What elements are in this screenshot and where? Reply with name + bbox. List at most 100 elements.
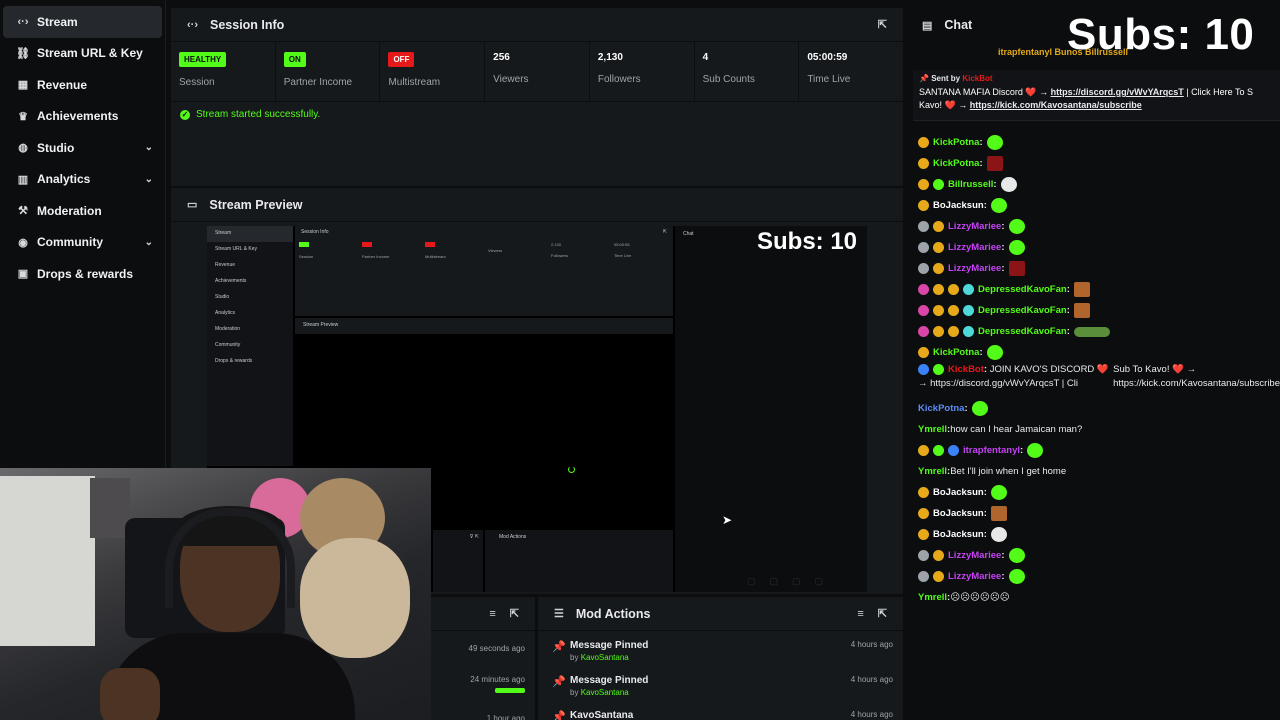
chat-badge-icon [918, 347, 929, 358]
chat-badge-icon [933, 326, 944, 337]
mini-stat: Viewers [484, 238, 547, 274]
sidebar-item-stream-url-key[interactable]: ⛓ Stream URL & Key [0, 38, 165, 70]
chat-username[interactable]: LizzyMariee [948, 571, 1001, 582]
chat-badge-icon [933, 221, 944, 232]
mini-preview-head: Stream Preview [295, 318, 673, 334]
pinned-line-2: Kavo! ❤️ → https://kick.com/Kavosantana/… [919, 100, 1274, 111]
chevron-down-icon[interactable]: ⌄ [145, 237, 153, 248]
chat-colon: : [979, 137, 983, 148]
stat-partner-income: ON Partner Income [276, 42, 381, 101]
chat-username[interactable]: BoJacksun [933, 529, 984, 540]
sidebar-item-revenue[interactable]: ▦ Revenue [0, 69, 165, 101]
chat-username[interactable]: KickBot [948, 364, 984, 375]
sidebar-item-stream[interactable]: ‹·› Stream [3, 6, 162, 38]
chat-username[interactable]: Ymrell [918, 592, 947, 603]
sidebar-item-label: Community [37, 235, 103, 250]
by-label: by [570, 688, 579, 697]
chat-username[interactable]: BoJacksun [933, 200, 984, 211]
filter-icon[interactable]: ≡ [489, 608, 495, 620]
sidebar-item-analytics[interactable]: ▥ Analytics ⌄ [0, 164, 165, 196]
sidebar-item-moderation[interactable]: ⚒ Moderation [0, 195, 165, 227]
chat-username[interactable]: LizzyMariee [948, 221, 1001, 232]
activity-time: 24 minutes ago [470, 674, 525, 684]
chat-message: DepressedKavoFan: [918, 300, 1280, 321]
session-info-header: ‹·› Session Info ⇱ [171, 8, 903, 42]
pin-icon: 📌 [552, 641, 566, 653]
chat-message: BoJacksun: [918, 482, 1280, 503]
sidebar-item-label: Stream [37, 14, 78, 29]
chat-username[interactable]: KickPotna [933, 347, 979, 358]
mini-stat-value: 05:00:55 [614, 242, 630, 247]
chat-messages: KickPotna: KickPotna: Billrussell: BoJac… [918, 132, 1280, 608]
subscribe-link[interactable]: https://kick.com/Kavosantana/subscribe [970, 100, 1142, 110]
chat-badge-icon [963, 326, 974, 337]
discord-link[interactable]: https://discord.gg/vWvYArqcsT [1051, 87, 1184, 97]
chat-message: KickBot: JOIN KAVO'S DISCORD ❤️ → https:… [918, 363, 1280, 398]
mod-action-row[interactable]: 📌 Message Pinned by KavoSantana 4 hours ago [538, 666, 903, 701]
chat-message: LizzyMariee: [918, 545, 1280, 566]
filter-icon[interactable]: ≡ [857, 608, 863, 620]
chat-username[interactable]: DepressedKavoFan [978, 305, 1067, 316]
chevron-down-icon[interactable]: ⌄ [145, 142, 153, 153]
chat-username[interactable]: KickPotna [918, 403, 964, 414]
chat-username[interactable]: LizzyMariee [948, 263, 1001, 274]
sidebar-item-community[interactable]: ◉ Community ⌄ [0, 227, 165, 259]
chat-badge-icon [918, 326, 929, 337]
chat-username[interactable]: DepressedKavoFan [978, 284, 1067, 295]
chat-username[interactable]: KickPotna [933, 137, 979, 148]
chat-colon: : [1001, 550, 1005, 561]
mini-stat: Partner Income [358, 238, 421, 274]
chat-badge-icon [933, 550, 944, 561]
mod-action-label: KavoSantana [570, 710, 634, 720]
popout-icon[interactable]: ⇱ [878, 18, 887, 31]
trophy-icon: ♛ [18, 110, 28, 123]
mini-popout-icon: ⇱ [662, 229, 667, 235]
emote-icon [990, 198, 1007, 213]
sidebar-item-achievements[interactable]: ♛ Achievements [0, 101, 165, 133]
chat-username[interactable]: LizzyMariee [948, 550, 1001, 561]
pin-icon: 📌 [552, 711, 566, 720]
emote-icon [1008, 240, 1025, 255]
chat-username[interactable]: LizzyMariee [948, 242, 1001, 253]
mod-action-row[interactable]: 📌 KavoSantana 4 hours ago [538, 701, 903, 720]
chat-username[interactable]: itrapfentanyl [963, 445, 1020, 456]
chat-username[interactable]: BoJacksun [933, 487, 984, 498]
mod-action-time: 4 hours ago [850, 675, 893, 684]
chat-text: ☹☹☹☹☹☹ [950, 592, 1010, 603]
popout-icon[interactable]: ⇱ [510, 607, 519, 620]
mod-actions-panel: ☰ Mod Actions ≡ ⇱ 📌 Message Pinned by Kavo… [538, 597, 903, 720]
mini-activity: ⊽ ⇱ [433, 530, 483, 592]
chat-message: Billrussell: [918, 174, 1280, 195]
chat-text: Bet I'll join when I get home [950, 466, 1067, 477]
session-info-title: Session Info [210, 17, 285, 32]
chat-colon: : [1001, 263, 1005, 274]
popout-icon[interactable]: ⇱ [878, 607, 887, 620]
mod-action-user[interactable]: KavoSantana [581, 653, 629, 662]
pinned-message[interactable]: 📌 Sent by KickBot SANTANA MAFIA Discord … [913, 70, 1280, 121]
mod-action-user[interactable]: KavoSantana [581, 688, 629, 697]
activity-row: 24 minutes ago [431, 666, 535, 701]
chat-username[interactable]: Ymrell [918, 466, 947, 477]
stat-viewers: 256 Viewers [485, 42, 590, 101]
sidebar-item-studio[interactable]: ◍ Studio ⌄ [0, 132, 165, 164]
studio-icon: ◍ [18, 142, 28, 155]
mini-subs-overlay: Subs: 10 [757, 228, 858, 255]
mod-action-row[interactable]: 📌 Message Pinned by KavoSantana 4 hours ago [538, 631, 903, 666]
chat-badge-icon [933, 263, 944, 274]
chat-username[interactable]: Billrussell [948, 179, 993, 190]
sidebar-item-drops-rewards[interactable]: ▣ Drops & rewards [0, 258, 165, 290]
chat-username[interactable]: BoJacksun [933, 508, 984, 519]
chat-username[interactable]: KickPotna [933, 158, 979, 169]
chat-colon: : [1001, 221, 1005, 232]
stat-label: Followers [597, 74, 641, 85]
emote-icon [1073, 326, 1110, 337]
chat-message: KickPotna: [918, 132, 1280, 153]
chat-username[interactable]: Ymrell [918, 424, 947, 435]
chevron-down-icon[interactable]: ⌄ [145, 174, 153, 185]
mini-stats: Session Partner Income Multistream Viewers 2… [295, 238, 673, 274]
chat-badge-icon [933, 284, 944, 295]
stat-multistream: OFF Multistream [380, 42, 486, 101]
chat-username[interactable]: DepressedKavoFan [978, 326, 1067, 337]
webcam-overlay [0, 468, 431, 720]
chat-colon: : [1066, 326, 1070, 337]
